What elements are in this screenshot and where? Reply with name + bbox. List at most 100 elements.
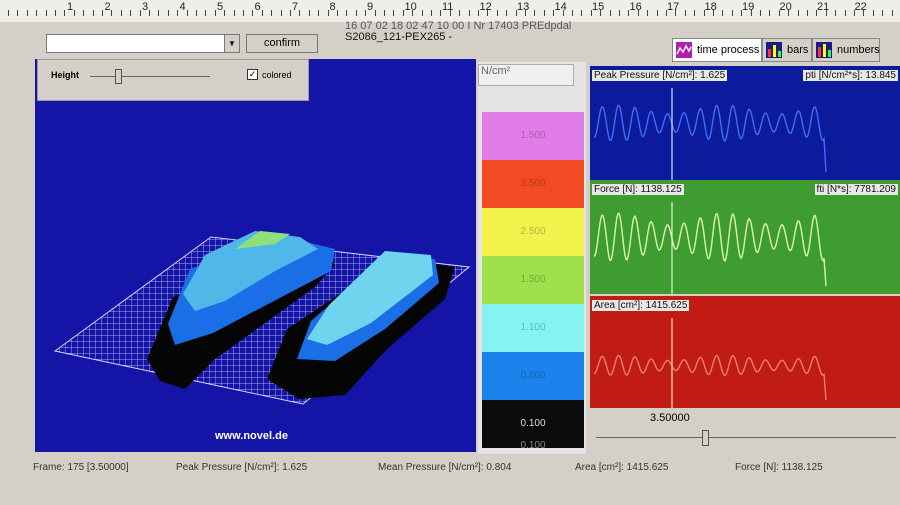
ruler-tick	[355, 10, 357, 16]
ruler-tick	[384, 10, 385, 16]
ruler-tick	[487, 10, 489, 16]
ruler-number: 11	[442, 1, 454, 13]
peak-pressure-graph[interactable]: Peak Pressure [N/cm²]: 1.625 pti [N/cm²*…	[590, 66, 900, 180]
ruler-number: 14	[554, 1, 567, 13]
ruler-tick	[365, 10, 367, 16]
waveform-line	[593, 212, 827, 287]
time-slider-track[interactable]	[596, 437, 896, 438]
ruler-tick	[572, 10, 573, 16]
ruler-number: 9	[367, 1, 374, 13]
ruler-tick	[750, 10, 752, 16]
ruler-tick	[590, 10, 592, 16]
legend-band: 1.500	[482, 112, 584, 160]
numbers-icon	[816, 42, 832, 58]
ruler-tick	[130, 10, 132, 16]
ruler-tick	[196, 10, 197, 16]
ruler-tick	[280, 10, 282, 16]
height-slider-track[interactable]	[90, 76, 210, 77]
force-graph[interactable]: Force [N]: 1138.125 fti [N*s]: 7781.209	[590, 180, 900, 294]
time-slider-thumb[interactable]	[702, 430, 709, 446]
ruler-tick	[102, 10, 103, 16]
ruler-tick	[741, 10, 743, 16]
application-window: ▼ confirm 16 07 02 18 02 47 10 00 I Nr 1…	[0, 20, 900, 505]
ruler-tick	[600, 10, 602, 16]
pressure-3d-view[interactable]: www.novel.de	[35, 59, 476, 452]
watermark: www.novel.de	[215, 430, 288, 442]
colored-checkbox[interactable]: ✓	[247, 69, 258, 80]
ruler-number: 5	[217, 1, 224, 13]
ruler-tick	[205, 10, 207, 16]
legend-band: 1.500	[482, 256, 584, 304]
ruler-number: 8	[329, 1, 336, 13]
ruler-tick	[158, 10, 160, 16]
ruler-tick	[271, 10, 273, 16]
ruler-tick	[346, 10, 348, 16]
status-peak-pressure: Peak Pressure [N/cm²]: 1.625	[176, 462, 308, 473]
confirm-button[interactable]: confirm	[246, 34, 318, 53]
ruler-tick	[459, 10, 461, 16]
chevron-down-icon[interactable]: ▼	[224, 35, 239, 52]
ruler-number: 16	[629, 1, 642, 13]
height-label: Height	[51, 70, 79, 80]
ruler-number: 15	[592, 1, 605, 13]
ruler-tick	[581, 10, 583, 16]
pressure-surface	[53, 231, 471, 405]
legend-band: 0.600	[482, 352, 584, 400]
ruler-number: 22	[854, 1, 867, 13]
ruler-tick	[713, 10, 714, 16]
ruler-tick	[337, 10, 338, 16]
ruler-tick	[684, 10, 686, 16]
status-force: Force [N]: 1138.125	[735, 462, 823, 473]
waveform-line	[593, 354, 827, 401]
ruler-tick	[872, 10, 874, 16]
ruler-tick	[797, 10, 799, 16]
ruler-tick	[327, 10, 329, 16]
colored-label: colored	[262, 70, 292, 80]
legend-unit: N/cm²	[478, 64, 574, 86]
height-slider-thumb[interactable]	[115, 69, 122, 84]
ruler-number: 18	[704, 1, 717, 13]
tab-numbers[interactable]: numbers	[812, 38, 880, 62]
tab-label: bars	[787, 44, 809, 56]
ruler-tick	[412, 10, 414, 16]
ruler-tick	[468, 10, 470, 16]
ruler-tick	[628, 10, 630, 16]
fti-label: fti [N*s]: 7781.209	[814, 184, 898, 195]
bars-icon	[766, 42, 782, 58]
ruler-tick	[36, 10, 38, 16]
legend-band: 1.100	[482, 304, 584, 352]
ruler-tick	[83, 10, 85, 16]
ruler-tick	[825, 10, 827, 16]
ruler-tick	[402, 10, 404, 16]
ruler-tick	[543, 10, 545, 16]
ruler-tick	[299, 10, 301, 16]
ruler-tick	[374, 10, 376, 16]
ruler-tick	[149, 10, 150, 16]
ruler-tick	[666, 10, 667, 16]
ruler-tick	[233, 10, 235, 16]
ruler-tick	[243, 10, 244, 16]
ruler-tick	[224, 10, 226, 16]
ruler-number: 1	[67, 1, 74, 13]
ruler-number: 17	[667, 1, 680, 13]
ruler-tick	[534, 10, 536, 16]
area-graph[interactable]: Area [cm²]: 1415.625	[590, 296, 900, 408]
ruler-tick	[167, 10, 169, 16]
ruler-tick	[553, 10, 555, 16]
tab-label: numbers	[837, 44, 880, 56]
tab-bars[interactable]: bars	[762, 38, 812, 62]
pti-label: pti [N/cm²*s]: 13.845	[803, 70, 898, 81]
ruler-tick	[421, 10, 423, 16]
ruler-tick	[440, 10, 442, 16]
waveform-plot	[593, 318, 827, 408]
ruler-tick	[318, 10, 320, 16]
ruler-tick	[807, 10, 808, 16]
peak-pressure-label: Peak Pressure [N/cm²]: 1.625	[592, 70, 728, 81]
ruler-tick	[449, 10, 451, 16]
ruler-tick	[55, 10, 56, 16]
file-select-combobox[interactable]: ▼	[46, 34, 240, 53]
tab-time-process[interactable]: time process	[672, 38, 762, 62]
ruler-number: 3	[142, 1, 149, 13]
tab-label: time process	[697, 44, 760, 56]
ruler-tick	[863, 10, 865, 16]
